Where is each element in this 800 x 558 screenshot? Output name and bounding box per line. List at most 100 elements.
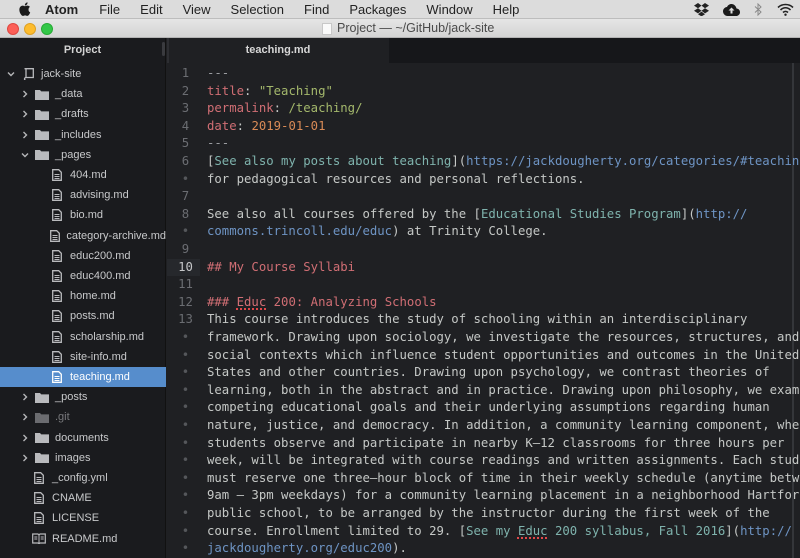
tree-folder-git[interactable]: .git	[0, 407, 166, 427]
code-token: :	[273, 101, 289, 116]
code-token: See also all courses offered by the	[207, 206, 474, 221]
soft-wrap-marker: •	[181, 470, 190, 485]
tree-file-posts-md[interactable]: posts.md	[0, 306, 166, 326]
tree-scrollbar[interactable]	[162, 42, 165, 56]
tree-folder-documents[interactable]: documents	[0, 428, 166, 448]
tree-file-teaching-md[interactable]: teaching.md	[0, 367, 166, 387]
tree-folder-pages[interactable]: _pages	[0, 145, 166, 165]
tree-file-scholarship-md[interactable]: scholarship.md	[0, 327, 166, 347]
window-zoom-button[interactable]	[41, 23, 53, 35]
soft-wrap-marker: •	[181, 382, 190, 397]
text-editor[interactable]: 1 --- 2 title: "Teaching" 3 permalink: /teach…	[167, 63, 800, 558]
editor-line[interactable]: 7	[167, 188, 800, 206]
menu-selection[interactable]: Selection	[231, 0, 284, 19]
tree-file-readme-md[interactable]: README.md	[0, 529, 166, 549]
wifi-icon[interactable]	[777, 3, 794, 16]
tree-file-license[interactable]: LICENSE	[0, 508, 166, 528]
editor-line[interactable]: 1 ---	[167, 65, 800, 83]
editor-line[interactable]: 5 ---	[167, 135, 800, 153]
tree-file-site-info-md[interactable]: site-info.md	[0, 347, 166, 367]
editor-line[interactable]: • framework. Drawing upon sociology, we i…	[167, 329, 800, 347]
chevron-right-icon[interactable]	[20, 392, 30, 402]
menu-help[interactable]: Help	[493, 0, 520, 19]
tree-item-label: educ400.md	[70, 270, 131, 282]
chevron-right-icon[interactable]	[20, 453, 30, 463]
code-token: :	[244, 83, 259, 98]
editor-line[interactable]: 2 title: "Teaching"	[167, 83, 800, 101]
editor-line[interactable]: • students observe and participate in nea…	[167, 435, 800, 453]
tree-file-advising-md[interactable]: advising.md	[0, 185, 166, 205]
file-text-icon	[50, 310, 64, 323]
tree-folder-drafts[interactable]: _drafts	[0, 104, 166, 124]
editor-line[interactable]: 3 permalink: /teaching/	[167, 100, 800, 118]
menu-file[interactable]: File	[99, 0, 120, 19]
editor-line[interactable]: • course. Enrollment limited to 29. [See …	[167, 523, 800, 541]
line-number: 11	[178, 277, 193, 292]
tab-teaching-md[interactable]: teaching.md	[167, 38, 389, 63]
editor-line[interactable]: 8 See also all courses offered by the [Ed…	[167, 206, 800, 224]
window-close-button[interactable]	[7, 23, 19, 35]
chevron-down-icon[interactable]	[20, 150, 30, 160]
tree-folder-images[interactable]: images	[0, 448, 166, 468]
tree-file-bio-md[interactable]: bio.md	[0, 205, 166, 225]
tree-file-cname[interactable]: CNAME	[0, 488, 166, 508]
code-token: nature, justice, and democracy. In addit…	[207, 418, 800, 432]
tree-item-label: documents	[55, 431, 109, 444]
chevron-right-icon[interactable]	[20, 412, 30, 422]
dropbox-icon[interactable]	[694, 3, 709, 16]
tree-item-label: 404.md	[70, 169, 107, 181]
editor-line[interactable]: • for pedagogical resources and personal …	[167, 171, 800, 189]
menu-window[interactable]: Window	[426, 0, 472, 19]
menu-packages[interactable]: Packages	[349, 0, 406, 19]
cloud-upload-icon[interactable]	[723, 3, 740, 16]
chevron-down-icon[interactable]	[6, 69, 16, 79]
tree-file-educ400-md[interactable]: educ400.md	[0, 266, 166, 286]
menu-find[interactable]: Find	[304, 0, 329, 19]
tree-folder-includes[interactable]: _includes	[0, 125, 166, 145]
tree-file-home-md[interactable]: home.md	[0, 286, 166, 306]
editor-line[interactable]: • public school, to be arranged by the in…	[167, 505, 800, 523]
editor-line[interactable]: • States and other countries. Drawing upo…	[167, 364, 800, 382]
file-text-icon	[50, 169, 64, 181]
line-content: jackdougherty.org/educ200).	[207, 540, 407, 558]
code-token: must reserve one three–hour block of tim…	[207, 470, 800, 485]
chevron-right-icon[interactable]	[20, 89, 30, 99]
tree-folder-data[interactable]: _data	[0, 84, 166, 104]
tree-file-404-md[interactable]: 404.md	[0, 165, 166, 185]
editor-line[interactable]: 11	[167, 276, 800, 294]
menu-app-name[interactable]: Atom	[45, 0, 78, 19]
editor-line[interactable]: 4 date: 2019-01-01	[167, 118, 800, 136]
editor-line[interactable]: 9	[167, 241, 800, 259]
editor-line[interactable]: • learning, both in the abstract and in p…	[167, 382, 800, 400]
chevron-right-icon[interactable]	[20, 109, 30, 119]
editor-line[interactable]: • commons.trincoll.edu/educ) at Trinity C…	[167, 223, 800, 241]
tree-file-config-yml[interactable]: _config.yml	[0, 468, 166, 488]
menu-edit[interactable]: Edit	[140, 0, 162, 19]
code-token: ](	[451, 154, 467, 168]
tree-file-educ200-md[interactable]: educ200.md	[0, 246, 166, 266]
editor-line[interactable]: • week, will be integrated with course re…	[167, 452, 800, 470]
tree-folder-jack-site[interactable]: jack-site	[0, 64, 166, 84]
editor-line[interactable]: • 9am – 3pm weekdays) for a community lea…	[167, 487, 800, 505]
editor-line[interactable]: 13 This course introduces the study of sc…	[167, 311, 800, 329]
window-minimize-button[interactable]	[24, 23, 36, 35]
line-number: 12	[178, 294, 193, 309]
soft-wrap-marker: •	[181, 171, 190, 186]
editor-line[interactable]: • jackdougherty.org/educ200).	[167, 540, 800, 558]
folder-icon	[35, 129, 49, 141]
editor-line[interactable]: 12 ### Educ 200: Analyzing Schools	[167, 294, 800, 312]
chevron-right-icon[interactable]	[20, 433, 30, 443]
editor-line[interactable]: • nature, justice, and democracy. In addi…	[167, 417, 800, 435]
editor-line[interactable]: • competing educational goals and their u…	[167, 399, 800, 417]
apple-menu-icon[interactable]	[17, 2, 31, 17]
menu-view[interactable]: View	[183, 0, 211, 19]
tree-folder-posts[interactable]: _posts	[0, 387, 166, 407]
bluetooth-icon[interactable]	[754, 3, 763, 16]
editor-line[interactable]: 10 ## My Course Syllabi	[167, 258, 800, 277]
editor-line[interactable]: 6 [See also my posts about teaching](http…	[167, 153, 800, 171]
editor-line[interactable]: • must reserve one three–hour block of ti…	[167, 470, 800, 488]
editor-line[interactable]: • social contexts which influence student…	[167, 347, 800, 365]
tree-file-category-archive-md[interactable]: category-archive.md	[0, 226, 166, 246]
code-token: course. Enrollment limited to 29.	[207, 523, 459, 538]
chevron-right-icon[interactable]	[20, 130, 30, 140]
